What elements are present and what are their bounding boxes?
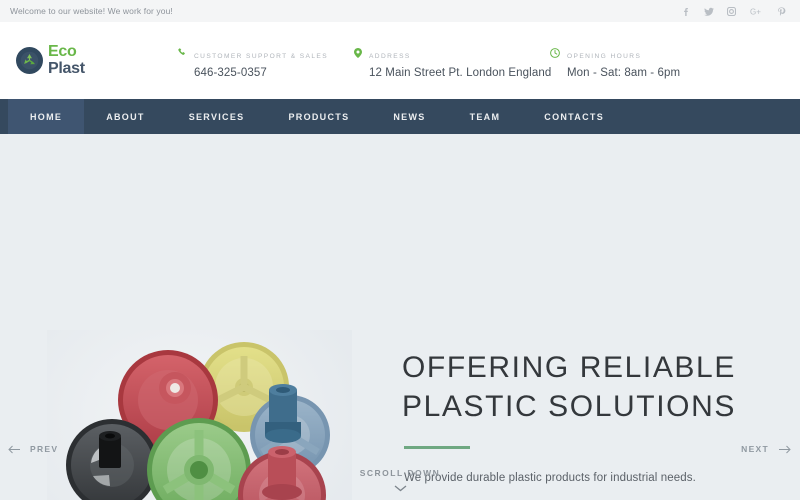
nav-item-home[interactable]: HOME bbox=[8, 99, 85, 134]
hero-slider: OFFERING RELIABLE PLASTIC SOLUTIONS We p… bbox=[0, 134, 800, 500]
facebook-icon[interactable] bbox=[681, 7, 690, 16]
main-navigation: HOME ABOUT SERVICES PRODUCTS NEWS TEAM C… bbox=[0, 99, 800, 134]
scroll-down-label: SCROLL DOWN bbox=[359, 468, 441, 478]
site-header: Eco Plast CUSTOMER SUPPORT & SALES 646-3… bbox=[0, 22, 800, 99]
recycle-icon bbox=[16, 47, 43, 74]
contact-value-address: 12 Main Street Pt. London England bbox=[369, 66, 552, 79]
twitter-icon[interactable] bbox=[704, 7, 714, 16]
slider-next-label: NEXT bbox=[741, 444, 769, 454]
contact-label-hours: OPENING HOURS bbox=[567, 52, 642, 60]
nav-item-team[interactable]: TEAM bbox=[448, 99, 523, 134]
slider-next-button[interactable]: NEXT bbox=[741, 444, 791, 454]
nav-item-contacts[interactable]: CONTACTS bbox=[522, 99, 626, 134]
slider-prev-button[interactable]: PREV bbox=[8, 444, 58, 454]
social-links: G+ bbox=[681, 6, 786, 16]
contact-item-hours: OPENING HOURS Mon - Sat: 8am - 6pm bbox=[550, 45, 750, 81]
scroll-down-button[interactable]: SCROLL DOWN bbox=[0, 468, 800, 492]
contact-value-support: 646-325-0357 bbox=[194, 66, 267, 79]
arrow-left-icon bbox=[8, 445, 21, 454]
logo-text-eco: Eco bbox=[48, 43, 77, 60]
top-bar: Welcome to our website! We work for you!… bbox=[0, 0, 800, 22]
map-pin-icon bbox=[354, 47, 362, 58]
nav-item-news[interactable]: NEWS bbox=[371, 99, 447, 134]
pinterest-icon[interactable] bbox=[777, 6, 786, 16]
contact-label-support: CUSTOMER SUPPORT & SALES bbox=[194, 52, 328, 60]
contact-item-support: CUSTOMER SUPPORT & SALES 646-325-0357 bbox=[178, 45, 354, 81]
site-logo[interactable]: Eco Plast bbox=[10, 44, 178, 77]
logo-text-plast: Plast bbox=[48, 60, 85, 77]
welcome-message: Welcome to our website! We work for you! bbox=[10, 6, 173, 16]
hero-divider bbox=[404, 446, 470, 449]
nav-item-about[interactable]: ABOUT bbox=[84, 99, 167, 134]
homepage: Welcome to our website! We work for you!… bbox=[0, 0, 800, 500]
phone-icon bbox=[178, 47, 187, 57]
arrow-right-icon bbox=[778, 445, 791, 454]
header-contact-info: CUSTOMER SUPPORT & SALES 646-325-0357 AD… bbox=[178, 41, 790, 81]
nav-item-products[interactable]: PRODUCTS bbox=[266, 99, 371, 134]
contact-label-address: ADDRESS bbox=[369, 52, 411, 60]
clock-icon bbox=[550, 47, 560, 58]
contact-item-address: ADDRESS 12 Main Street Pt. London Englan… bbox=[354, 45, 552, 81]
slider-prev-label: PREV bbox=[30, 444, 59, 454]
chevron-down-icon bbox=[0, 485, 800, 492]
instagram-icon[interactable] bbox=[727, 6, 736, 16]
hero-title-line2: PLASTIC SOLUTIONS bbox=[402, 390, 736, 423]
hero-title-line1: OFFERING RELIABLE bbox=[402, 351, 736, 384]
svg-text:G+: G+ bbox=[750, 7, 761, 16]
google-plus-icon[interactable]: G+ bbox=[750, 7, 763, 16]
contact-value-hours: Mon - Sat: 8am - 6pm bbox=[567, 66, 681, 79]
nav-item-services[interactable]: SERVICES bbox=[167, 99, 267, 134]
